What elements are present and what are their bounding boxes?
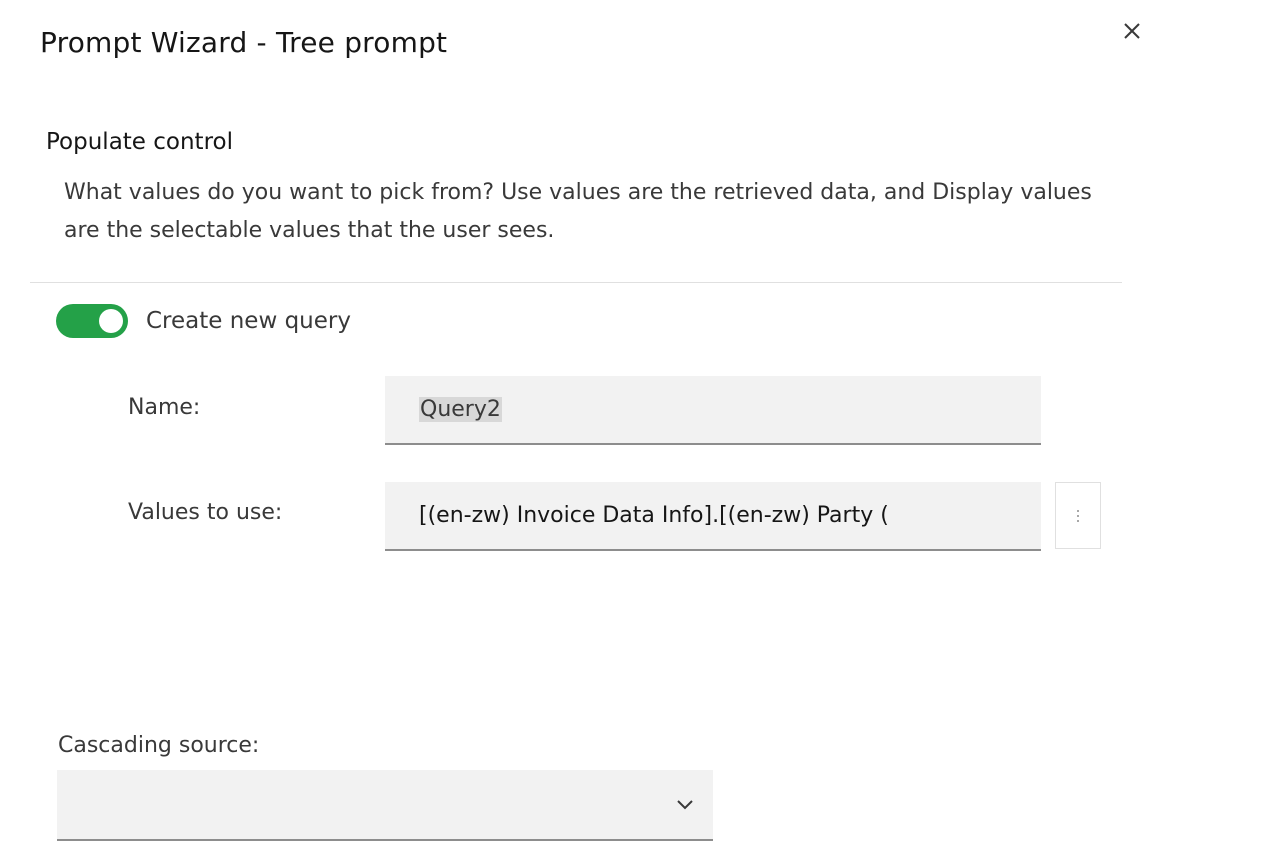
section-divider [30,282,1122,283]
name-label: Name: [128,395,201,420]
close-button[interactable] [1117,16,1147,46]
values-to-use-label: Values to use: [128,500,283,525]
populate-control-description: What values do you want to pick from? Us… [64,180,1092,243]
toggle-knob [99,309,123,333]
overflow-menu-vertical-icon [1077,509,1079,522]
prompt-wizard-dialog: Prompt Wizard - Tree prompt Populate con… [0,0,1288,855]
cascading-source-dropdown[interactable] [57,770,713,841]
values-to-use-input[interactable]: [(en-zw) Invoice Data Info].[(en-zw) Par… [385,482,1041,551]
cascading-source-label: Cascading source: [58,733,260,758]
create-new-query-toggle[interactable] [56,304,128,338]
populate-control-heading: Populate control [46,129,233,155]
close-icon [1124,23,1140,39]
values-to-use-value: [(en-zw) Invoice Data Info].[(en-zw) Par… [419,503,889,528]
name-input-value: Query2 [419,397,502,422]
dialog-title: Prompt Wizard - Tree prompt [40,26,448,59]
chevron-down-icon [677,800,693,810]
name-input[interactable]: Query2 [385,376,1041,445]
create-new-query-row: Create new query [56,303,351,339]
values-to-use-more-button[interactable] [1055,482,1101,549]
create-new-query-label: Create new query [146,308,351,334]
